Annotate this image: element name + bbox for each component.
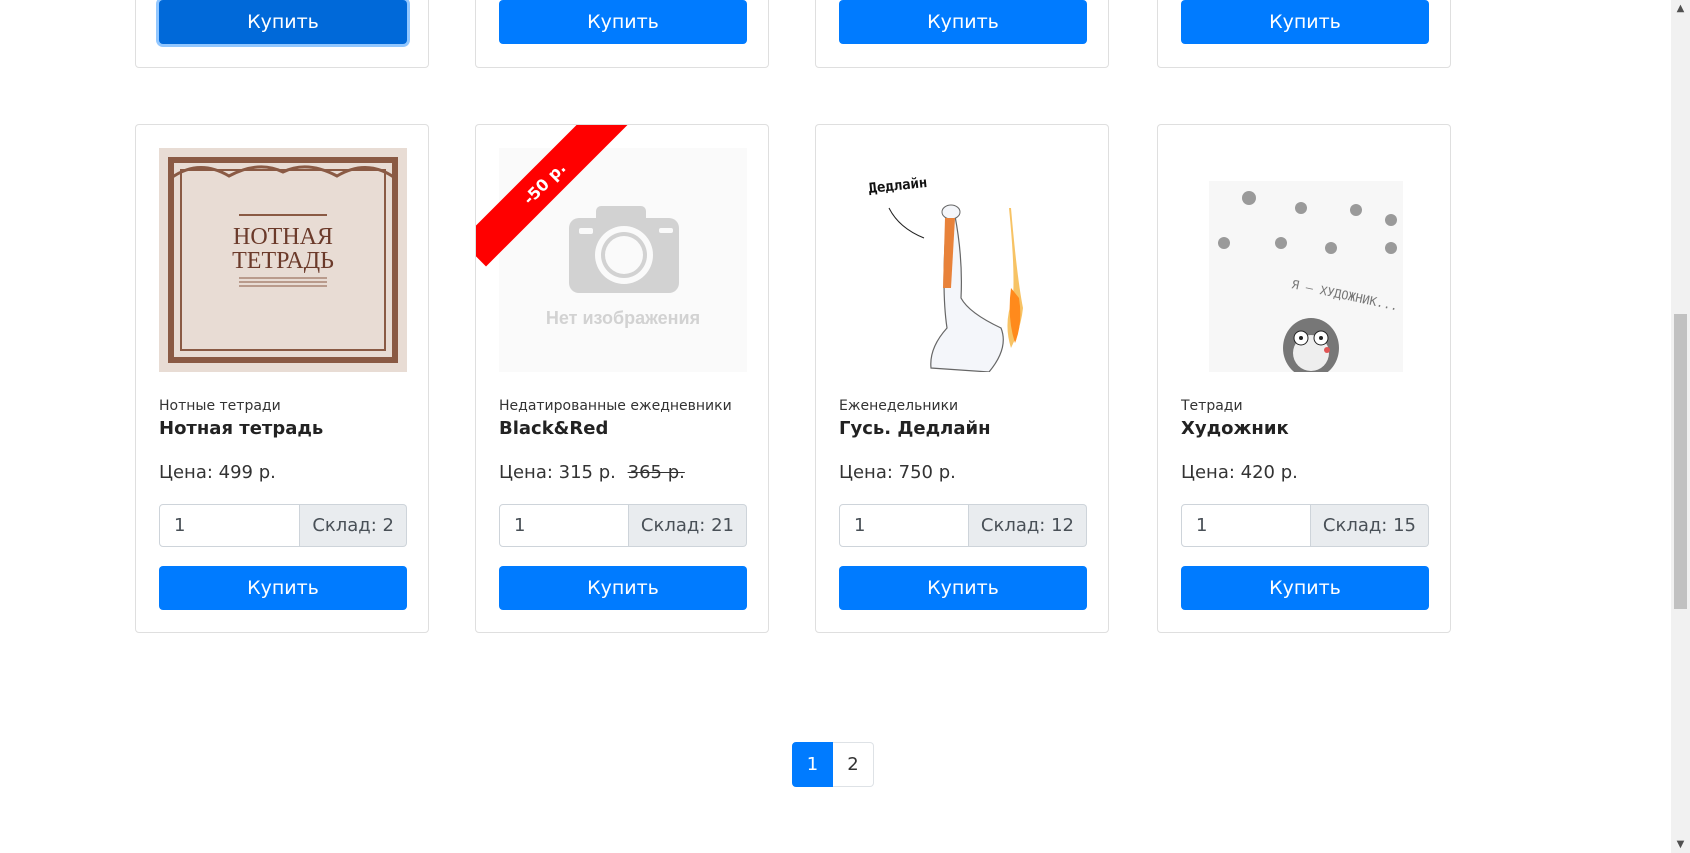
product-card-top-4: Купить bbox=[1157, 0, 1451, 68]
price-label: Цена: bbox=[499, 462, 553, 483]
page-link-2[interactable]: 2 bbox=[833, 742, 874, 787]
product-price: Цена: 420 р. bbox=[1181, 462, 1298, 483]
buy-button[interactable]: Купить bbox=[159, 0, 407, 44]
old-price: 365 р. bbox=[627, 462, 685, 483]
pagination: 1 2 bbox=[792, 742, 874, 787]
product-card-top-1: Купить bbox=[135, 0, 429, 68]
stock-label: Склад: 2 bbox=[300, 504, 407, 547]
buy-button[interactable]: Купить bbox=[1181, 566, 1429, 610]
product-image[interactable]: НОТНАЯ ТЕТРАДЬ bbox=[159, 148, 407, 372]
product-card: -50 р. Нет изображения Недатированные еж… bbox=[475, 124, 769, 633]
product-card: Дедлайн Еженедельники Гусь. Дедлайн Цена… bbox=[815, 124, 1109, 633]
quantity-group: Склад: 21 bbox=[499, 504, 747, 547]
buy-button[interactable]: Купить bbox=[839, 566, 1087, 610]
product-card-top-2: Купить bbox=[475, 0, 769, 68]
product-image[interactable]: Я — ХУДОЖНИК... bbox=[1181, 148, 1429, 372]
quantity-input[interactable] bbox=[1181, 504, 1311, 547]
buy-button[interactable]: Купить bbox=[499, 566, 747, 610]
quantity-group: Склад: 15 bbox=[1181, 504, 1429, 547]
product-category: Нотные тетради bbox=[159, 398, 281, 414]
product-price: Цена: 315 р. 365 р. bbox=[499, 462, 685, 483]
product-card: НОТНАЯ ТЕТРАДЬ Нотные тетради Нотная тет… bbox=[135, 124, 429, 633]
product-title[interactable]: Black&Red bbox=[499, 418, 608, 439]
product-title[interactable]: Нотная тетрадь bbox=[159, 418, 323, 439]
vertical-scrollbar[interactable]: ▲ ▼ bbox=[1671, 0, 1690, 853]
product-price: Цена: 499 р. bbox=[159, 462, 276, 483]
product-card-top-3: Купить bbox=[815, 0, 1109, 68]
product-title[interactable]: Гусь. Дедлайн bbox=[839, 418, 991, 439]
quantity-group: Склад: 12 bbox=[839, 504, 1087, 547]
price-value: 499 р. bbox=[218, 462, 276, 483]
price-label: Цена: bbox=[159, 462, 213, 483]
quantity-group: Склад: 2 bbox=[159, 504, 407, 547]
svg-text:Нет изображения: Нет изображения bbox=[546, 308, 700, 328]
buy-button[interactable]: Купить bbox=[1181, 0, 1429, 44]
product-card: Я — ХУДОЖНИК... Тетради Художник Цена: 4… bbox=[1157, 124, 1451, 633]
buy-button[interactable]: Купить bbox=[839, 0, 1087, 44]
quantity-input[interactable] bbox=[839, 504, 969, 547]
svg-text:ТЕТРАДЬ: ТЕТРАДЬ bbox=[232, 248, 334, 274]
scroll-up-icon[interactable]: ▲ bbox=[1671, 0, 1690, 17]
product-category: Еженедельники bbox=[839, 398, 959, 414]
product-price: Цена: 750 р. bbox=[839, 462, 956, 483]
raccoon-artist-image: Я — ХУДОЖНИК... bbox=[1181, 148, 1429, 372]
price-value: 750 р. bbox=[898, 462, 956, 483]
product-category: Тетради bbox=[1181, 398, 1243, 414]
stock-label: Склад: 15 bbox=[1310, 504, 1429, 547]
price-label: Цена: bbox=[1181, 462, 1235, 483]
quantity-input[interactable] bbox=[159, 504, 301, 547]
buy-button[interactable]: Купить bbox=[499, 0, 747, 44]
product-category: Недатированные ежедневники bbox=[499, 398, 732, 414]
goose-deadline-image: Дедлайн bbox=[839, 148, 1087, 372]
scroll-down-icon[interactable]: ▼ bbox=[1671, 836, 1690, 853]
product-image[interactable]: Дедлайн bbox=[839, 148, 1087, 372]
buy-button[interactable]: Купить bbox=[159, 566, 407, 610]
page-link-1[interactable]: 1 bbox=[792, 742, 833, 787]
stock-label: Склад: 21 bbox=[628, 504, 747, 547]
quantity-input[interactable] bbox=[499, 504, 629, 547]
scroll-thumb[interactable] bbox=[1674, 314, 1687, 609]
svg-text:НОТНАЯ: НОТНАЯ bbox=[233, 224, 333, 250]
price-value: 420 р. bbox=[1240, 462, 1298, 483]
stock-label: Склад: 12 bbox=[968, 504, 1087, 547]
notebook-cover-image: НОТНАЯ ТЕТРАДЬ bbox=[159, 148, 407, 372]
price-value: 315 р. bbox=[558, 462, 616, 483]
camera-icon bbox=[569, 206, 679, 293]
price-label: Цена: bbox=[839, 462, 893, 483]
product-title[interactable]: Художник bbox=[1181, 418, 1289, 439]
